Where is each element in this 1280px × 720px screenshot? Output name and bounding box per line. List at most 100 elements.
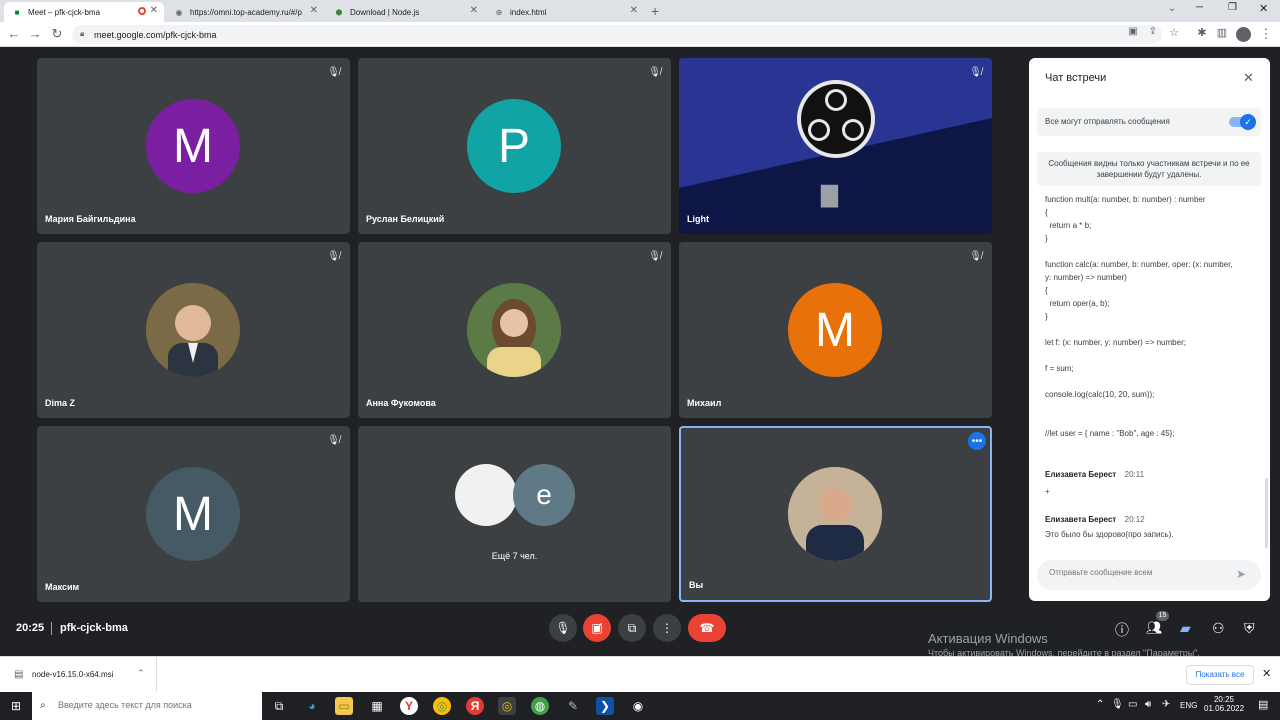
people-icon[interactable]: 👥︎: [1146, 620, 1163, 636]
code-line: let f: (x: number, y: number) => number;: [1045, 338, 1186, 347]
participant-name: Максим: [45, 582, 80, 592]
mic-off-icon: 🎙︎̸: [969, 67, 982, 78]
mic-off-icon: 🎙︎̸: [648, 251, 661, 262]
chat-input-field[interactable]: [1049, 568, 1229, 577]
chevron-up-icon[interactable]: ⌃: [1096, 699, 1104, 710]
more-participants-tile[interactable]: e Ещё 7 чел.: [358, 426, 671, 602]
minimize-icon[interactable]: ─: [1196, 2, 1203, 13]
taskbar-search-input[interactable]: [58, 700, 258, 710]
more-options-icon[interactable]: •••: [968, 432, 986, 450]
participant-tile[interactable]: 🎙︎̸ Dima Z: [37, 242, 350, 418]
avatar-photo: [788, 467, 882, 561]
chevron-up-icon[interactable]: ⌃: [137, 668, 145, 679]
taskbar-search[interactable]: ⌕: [32, 692, 262, 720]
close-tab-icon[interactable]: ✕: [630, 5, 638, 16]
close-tab-icon[interactable]: ✕: [310, 5, 318, 16]
close-tab-icon[interactable]: ✕: [470, 5, 478, 16]
chat-message: Елизавета Берест 20:12 Это было бы здоро…: [1045, 509, 1255, 541]
send-icon[interactable]: ➤: [1236, 567, 1246, 581]
forward-icon[interactable]: →: [27, 26, 43, 41]
obs-logo-icon: [797, 80, 875, 158]
menu-dots-icon[interactable]: ⋮: [1258, 26, 1274, 42]
clock[interactable]: 20:25 01.06.2022: [1204, 695, 1244, 713]
chrome-icon[interactable]: ◎: [433, 697, 451, 715]
app-green-icon[interactable]: ◍: [531, 697, 549, 715]
camera-button[interactable]: ▣̸: [583, 614, 611, 642]
more-options-button[interactable]: ⋮: [653, 614, 681, 642]
avatar: M: [788, 283, 882, 377]
window-close-icon[interactable]: ✕: [1259, 2, 1268, 15]
participant-tile[interactable]: M 🎙︎̸ Максим: [37, 426, 350, 602]
camera-off-icon: ▇̸: [821, 182, 838, 207]
yandex-browser-icon[interactable]: Я: [466, 697, 484, 715]
avatar-photo: [467, 283, 561, 377]
url-bar[interactable]: 🔒︎ meet.google.com/pfk-cjck-bma: [72, 25, 1162, 44]
notifications-icon[interactable]: ▤: [1258, 698, 1268, 711]
info-icon[interactable]: ⓘ: [1115, 620, 1129, 640]
recording-indicator-icon: [138, 7, 146, 15]
avatar: e: [513, 464, 575, 526]
back-icon[interactable]: ←: [6, 26, 22, 41]
file-icon: ▤: [14, 669, 24, 680]
check-icon: ✓: [1240, 114, 1256, 130]
show-all-button[interactable]: Показать все: [1186, 665, 1254, 685]
code-line: //let user = { name : "Bob", age : 45};: [1045, 429, 1175, 438]
participant-tile[interactable]: ▇̸ 🎙︎̸ Light: [679, 58, 992, 234]
vscode-icon[interactable]: ❯: [596, 697, 614, 715]
download-item[interactable]: ▤ node-v16.15.0-x64.msi ⌃: [0, 657, 157, 693]
end-call-button[interactable]: ☎︎: [688, 614, 726, 642]
store-icon[interactable]: ▦: [368, 697, 386, 715]
language-indicator[interactable]: ENG: [1180, 701, 1197, 710]
maximize-icon[interactable]: ❐: [1228, 2, 1237, 13]
participant-tile[interactable]: M 🎙︎̸ Михаил: [679, 242, 992, 418]
chat-scrollbar[interactable]: [1265, 478, 1268, 548]
bookmark-star-icon[interactable]: ☆: [1166, 26, 1182, 39]
mic-tray-icon[interactable]: 🎙︎: [1111, 699, 1124, 710]
message-time: 20:11: [1124, 470, 1145, 479]
self-tile[interactable]: ••• Вы: [679, 426, 992, 602]
new-tab-icon[interactable]: +: [651, 3, 659, 19]
volume-icon[interactable]: 🔊︎: [1145, 699, 1151, 710]
host-controls-icon[interactable]: ⛨: [1244, 620, 1255, 637]
participant-tile[interactable]: 🎙︎̸ Анна Фукомова: [358, 242, 671, 418]
side-panel-icon[interactable]: ▥: [1214, 26, 1230, 39]
edge-icon[interactable]: ◕: [303, 697, 321, 715]
tab-omni[interactable]: ◉ https://omni.top-academy.ru/#/p ✕: [166, 2, 324, 22]
divider: [51, 622, 52, 635]
code-line: function calc(a: number, b: number, oper…: [1045, 260, 1233, 269]
present-icon: ⧉: [627, 620, 637, 635]
chrome-active-icon[interactable]: ◎: [498, 697, 516, 715]
task-view-icon[interactable]: ⧉: [270, 697, 288, 715]
obs-icon[interactable]: ◉: [629, 697, 647, 715]
tab-nodejs[interactable]: ⬢ Download | Node.js ✕: [326, 2, 484, 22]
yandex-icon[interactable]: Y: [400, 697, 418, 715]
avatar: P: [467, 99, 561, 193]
close-chat-icon[interactable]: ✕: [1243, 70, 1254, 86]
tab-search-icon[interactable]: ⌄: [1168, 3, 1176, 14]
tab-index[interactable]: ⊕ index.html ✕: [486, 2, 644, 22]
tab-meet[interactable]: ■ Meet – pfk-cjck-bma ✕: [4, 2, 164, 22]
camera-in-use-icon[interactable]: ▣: [1125, 26, 1141, 37]
share-icon[interactable]: ⇪: [1145, 26, 1161, 37]
reload-icon[interactable]: ↻: [49, 26, 65, 42]
activities-icon[interactable]: ⚇: [1212, 620, 1225, 637]
profile-avatar[interactable]: [1236, 27, 1251, 42]
close-tab-icon[interactable]: ✕: [150, 5, 158, 16]
mic-button[interactable]: 🎙︎: [549, 614, 577, 642]
chat-message: Елизавета Берест 20:11 +: [1045, 464, 1255, 498]
chat-input[interactable]: ➤: [1037, 560, 1261, 590]
windows-start-icon[interactable]: ⊞: [7, 697, 25, 715]
network-icon[interactable]: ▭: [1128, 699, 1137, 710]
present-button[interactable]: ⧉: [618, 614, 646, 642]
wifi-icon[interactable]: ✈︎: [1162, 699, 1170, 710]
participant-tile[interactable]: P 🎙︎̸ Руслан Белицкий: [358, 58, 671, 234]
chat-icon[interactable]: ▰: [1180, 620, 1191, 637]
extensions-icon[interactable]: ✱: [1194, 26, 1210, 39]
participant-tile[interactable]: M 🎙︎̸ Мария Байгильдина: [37, 58, 350, 234]
code-line: console.log(calc(10, 20, sum));: [1045, 390, 1155, 399]
close-download-bar-icon[interactable]: ✕: [1262, 667, 1271, 680]
app-tool-icon[interactable]: ✎: [564, 697, 582, 715]
file-explorer-icon[interactable]: ▭: [335, 697, 353, 715]
tab-title: https://omni.top-academy.ru/#/p: [190, 7, 302, 17]
